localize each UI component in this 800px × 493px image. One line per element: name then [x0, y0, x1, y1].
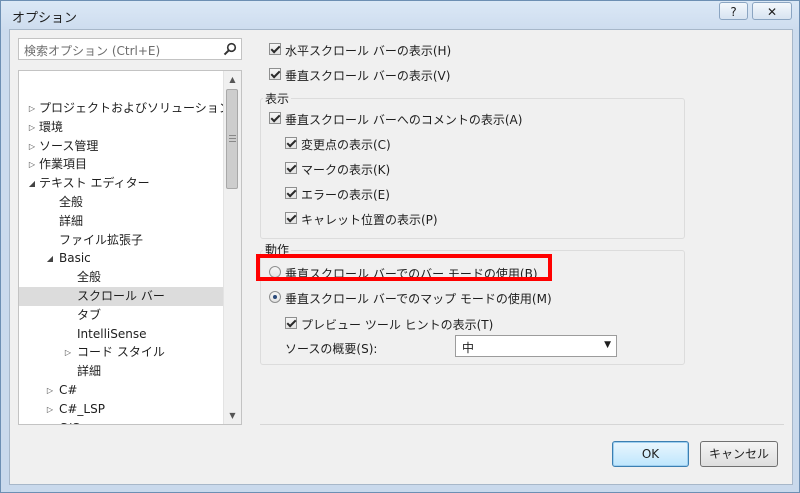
window-title: オプション: [12, 11, 78, 26]
help-button[interactable]: ?: [719, 2, 748, 20]
tree-item[interactable]: 全般: [19, 268, 224, 287]
expand-triangle-icon[interactable]: ▷: [27, 99, 37, 118]
expand-triangle-icon[interactable]: ▷: [27, 118, 37, 137]
options-tree[interactable]: ▷ プロジェクトおよびソリューション ▷ 環境 ▷ ソース管理 ▷ 作業項目 ◢ テキスト エディ…: [18, 70, 242, 425]
collapse-triangle-icon[interactable]: ◢: [45, 249, 55, 268]
tree-item[interactable]: IntelliSense: [19, 325, 224, 344]
preview-tooltip-checkbox[interactable]: [285, 317, 297, 329]
map-mode-label: 垂直スクロール バーでのマップ モードの使用(M): [285, 292, 552, 306]
title-bar: オプション ? ✕: [1, 1, 799, 29]
tree-item[interactable]: ファイル拡張子: [19, 231, 224, 250]
changes-checkbox[interactable]: [285, 137, 297, 149]
scroll-down-icon[interactable]: ▼: [224, 407, 241, 424]
tree-item-label: 詳細: [59, 213, 84, 228]
chevron-down-icon: ▼: [604, 340, 611, 350]
tree-item-label: コード スタイル: [77, 345, 165, 360]
expand-triangle-icon[interactable]: ▷: [27, 137, 37, 156]
marks-label: マークの表示(K): [301, 163, 391, 177]
annotations-checkbox[interactable]: [269, 112, 281, 124]
caret-label: キャレット位置の表示(P): [301, 213, 438, 227]
tree-item[interactable]: タブ: [19, 306, 224, 325]
close-button[interactable]: ✕: [752, 2, 792, 20]
source-overview-select[interactable]: 中 ▼: [455, 335, 617, 357]
tree-item-label: 詳細: [77, 364, 102, 379]
tree-item[interactable]: ▷ コード スタイル: [19, 343, 224, 362]
tree-item-label: ソース管理: [39, 138, 99, 153]
tree-scrollbar[interactable]: ▲ ▼: [223, 71, 241, 424]
expand-triangle-icon[interactable]: ▷: [45, 400, 55, 419]
expand-triangle-icon[interactable]: ▷: [45, 419, 55, 425]
changes-label: 変更点の表示(C): [301, 138, 391, 152]
tree-item-label: スクロール バー: [77, 289, 165, 303]
annotations-label: 垂直スクロール バーへのコメントの表示(A): [285, 113, 523, 127]
map-mode-highlight-box: [256, 254, 552, 281]
tree-item-label: 環境: [39, 119, 64, 134]
vscroll-label: 垂直スクロール バーの表示(V): [285, 69, 451, 83]
footer-separator: [260, 424, 784, 425]
expand-triangle-icon[interactable]: ▷: [63, 343, 73, 362]
tree-item[interactable]: ◢ テキスト エディター: [19, 174, 224, 193]
tree-item[interactable]: 全般: [19, 193, 224, 212]
tree-item[interactable]: ▷ プロジェクトおよびソリューション: [19, 99, 231, 118]
source-overview-label: ソースの概要(S):: [285, 342, 378, 356]
errors-label: エラーの表示(E): [301, 188, 390, 202]
ok-button[interactable]: OK: [612, 441, 689, 467]
tree-item-label: Basic: [59, 251, 91, 266]
tree-item-label: IntelliSense: [77, 326, 147, 341]
scroll-thumb[interactable]: [226, 89, 238, 189]
tree-item[interactable]: ▷ 作業項目: [19, 155, 224, 174]
tree-item[interactable]: 詳細: [19, 212, 224, 231]
tree-item-label: テキスト エディター: [39, 176, 150, 191]
preview-tooltip-label: プレビュー ツール ヒントの表示(T): [301, 318, 494, 332]
marks-checkbox[interactable]: [285, 162, 297, 174]
tree-item-label: 全般: [77, 270, 102, 285]
tree-item[interactable]: ▷ 環境: [19, 118, 224, 137]
hscroll-label: 水平スクロール バーの表示(H): [285, 44, 452, 58]
vscroll-checkbox[interactable]: [269, 68, 281, 80]
tree-item[interactable]: ▷ C#_LSP: [19, 400, 224, 419]
tree-item[interactable]: 詳細: [19, 362, 224, 381]
expand-triangle-icon[interactable]: ▷: [45, 381, 55, 400]
hscroll-checkbox[interactable]: [269, 43, 281, 55]
search-icon: [223, 42, 237, 56]
tree-item[interactable]: スクロール バー: [19, 287, 224, 306]
scroll-up-icon[interactable]: ▲: [224, 71, 241, 88]
options-dialog: オプション ? ✕ 検索オプション (Ctrl+E) ▷ プロジェクトおよびソリュ…: [0, 0, 800, 493]
cancel-button[interactable]: キャンセル: [700, 441, 778, 467]
collapse-triangle-icon[interactable]: ◢: [27, 174, 37, 193]
tree-item[interactable]: ▷ C/C++: [19, 419, 224, 425]
tree-item[interactable]: ▷ C#: [19, 381, 224, 400]
tree-item-label: プロジェクトおよびソリューション: [39, 101, 231, 115]
search-input[interactable]: 検索オプション (Ctrl+E): [18, 38, 242, 60]
map-mode-radio[interactable]: [269, 291, 281, 303]
tree-item[interactable]: ▷ ソース管理: [19, 137, 224, 156]
tree-item-label: ファイル拡張子: [59, 232, 144, 247]
display-group-title: 表示: [263, 90, 292, 107]
search-placeholder: 検索オプション (Ctrl+E): [24, 44, 161, 58]
tree-item-label: C/C++: [59, 419, 100, 424]
expand-triangle-icon[interactable]: ▷: [27, 155, 37, 174]
tree-item-label: C#_LSP: [59, 401, 105, 416]
errors-checkbox[interactable]: [285, 187, 297, 199]
tree-item-label: タブ: [77, 307, 102, 322]
tree-item-label: 作業項目: [39, 157, 88, 172]
close-icon: ✕: [766, 5, 778, 19]
source-overview-value: 中: [462, 341, 475, 355]
tree-item-label: 全般: [59, 195, 84, 209]
tree-item[interactable]: ◢ Basic: [19, 249, 224, 268]
tree-item-label: C#: [59, 383, 78, 397]
caret-checkbox[interactable]: [285, 212, 297, 224]
